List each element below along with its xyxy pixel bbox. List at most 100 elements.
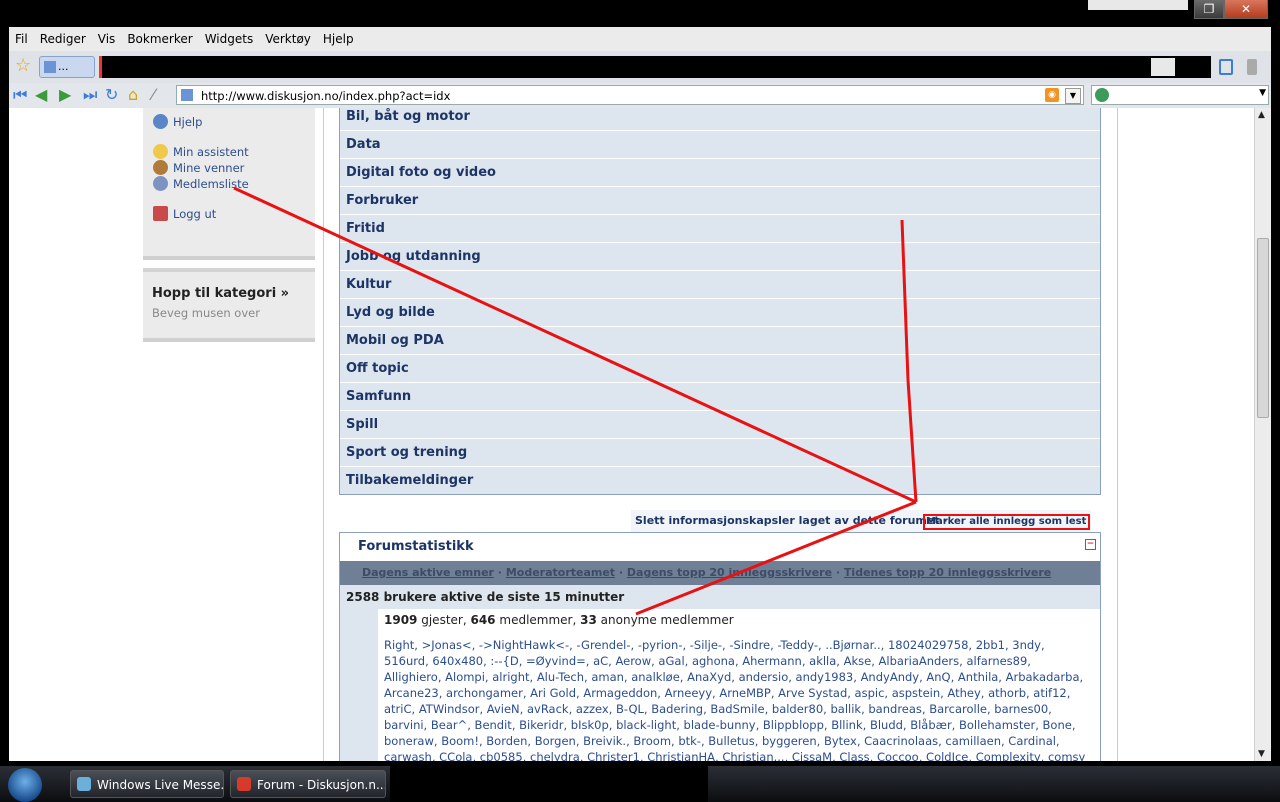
reload-icon[interactable]: ↻ — [105, 86, 118, 104]
forum-category-link[interactable]: Digital foto og video — [340, 158, 1100, 186]
link-moderators[interactable]: Moderatorteamet — [506, 566, 615, 579]
title-bar-fragment — [1088, 0, 1188, 10]
trash-icon[interactable] — [1247, 59, 1257, 75]
tab-active[interactable]: ... — [39, 56, 95, 78]
tab-strip — [99, 56, 1211, 78]
search-input[interactable]: ▼ — [1091, 85, 1269, 105]
back-icon[interactable]: ◀ — [35, 86, 47, 104]
wand-icon[interactable]: ⁄ — [152, 86, 155, 104]
forum-category-list: Bil, båt og motor Data Digital foto og vid… — [339, 108, 1101, 495]
tab-bar: ☆ ... — [9, 51, 1271, 83]
close-icon[interactable]: ✕ — [1224, 0, 1268, 19]
fast-forward-icon[interactable]: ⏭ — [83, 86, 97, 104]
menu-bookmarks[interactable]: Bokmerker — [121, 32, 198, 46]
menu-widgets[interactable]: Widgets — [199, 32, 260, 46]
member-names-line[interactable]: Allighiero, Alompi, alright, Alu-Tech, a… — [384, 669, 1090, 685]
menu-file[interactable]: Fil — [9, 32, 34, 46]
navigation-bar: ⏮ ◀ ▶ ⏭ ↻ ⌂ ⁄ http://www.diskusjon.no/in… — [9, 83, 1271, 108]
link-active-topics[interactable]: Dagens aktive emner — [362, 566, 494, 579]
rewind-icon[interactable]: ⏮ — [13, 86, 27, 104]
help-icon — [153, 114, 168, 129]
window-controls: ❐ ✕ — [1194, 0, 1268, 20]
page-content: Hjelp Min assistent Mine venner Medlemsl… — [9, 108, 1254, 761]
delete-cookies-link[interactable]: Slett informasjonskapsler laget av dette… — [635, 514, 940, 527]
star-icon[interactable]: ☆ — [15, 57, 31, 75]
forum-category-link[interactable]: Sport og trening — [340, 438, 1100, 466]
member-names-line[interactable]: atriC, ATWindsor, AvieN, avRack, azzex, … — [384, 701, 1090, 717]
link-top-alltime[interactable]: Tidenes topp 20 innleggsskrivere — [844, 566, 1051, 579]
forum-category-link[interactable]: Fritid — [340, 214, 1100, 242]
scroll-up-icon[interactable]: ▲ — [1258, 110, 1265, 120]
assistant-icon — [153, 144, 168, 159]
forum-statistics: Forumstatistikk − Dagens aktive emner · … — [339, 532, 1101, 761]
tab-progress-marker — [99, 56, 102, 78]
home-icon[interactable]: ⌂ — [128, 86, 138, 104]
jump-to-category[interactable]: Hopp til kategori » Beveg musen over — [143, 268, 315, 342]
forum-category-link[interactable]: Spill — [340, 410, 1100, 438]
forum-category-link[interactable]: Forbruker — [340, 186, 1100, 214]
online-member-names: Right, >Jonas<, ->NightHawk<-, -Grendel-… — [384, 637, 1090, 761]
forum-category-link[interactable]: Samfunn — [340, 382, 1100, 410]
anon-label: anonyme medlemmer — [600, 613, 734, 627]
forum-category-link[interactable]: Data — [340, 130, 1100, 158]
menu-tools[interactable]: Verktøy — [259, 32, 317, 46]
forum-category-link[interactable]: Kultur — [340, 270, 1100, 298]
address-url[interactable]: http://www.diskusjon.no/index.php?act=id… — [201, 89, 450, 103]
forum-category-link[interactable]: Jobb og utdanning — [340, 242, 1100, 270]
mark-all-read-link[interactable]: Marker alle innlegg som lest — [923, 514, 1090, 530]
online-counts: 1909 gjester, 646 medlemmer, 33 anonyme … — [384, 613, 734, 627]
rss-icon[interactable]: ◉ — [1045, 88, 1059, 102]
forum-category-link[interactable]: Off topic — [340, 354, 1100, 382]
sidebar-link-logout[interactable]: Logg ut — [153, 206, 216, 221]
sidebar-link-friends[interactable]: Mine venner — [153, 160, 244, 175]
collapse-icon[interactable]: − — [1085, 539, 1096, 550]
sidebar-link-assistant[interactable]: Min assistent — [153, 144, 249, 159]
forum-actions-bar: Slett informasjonskapsler laget av dette… — [631, 510, 1091, 532]
friends-icon — [153, 160, 168, 175]
address-bar[interactable]: http://www.diskusjon.no/index.php?act=id… — [176, 85, 1084, 105]
task-forum[interactable]: Forum - Diskusjon.n... — [230, 770, 386, 798]
jump-title[interactable]: Hopp til kategori » — [152, 286, 289, 301]
member-names-line[interactable]: barvini, Bear^, Bendit, Bikeridr, bIsk0p… — [384, 717, 1090, 733]
vertical-scrollbar[interactable]: ▲ ▼ — [1254, 108, 1271, 761]
member-count: 646 — [470, 613, 496, 627]
stats-indent — [340, 609, 378, 761]
site-favicon-icon — [181, 89, 193, 101]
menu-edit[interactable]: Rediger — [34, 32, 92, 46]
scroll-down-icon[interactable]: ▼ — [1258, 749, 1265, 759]
link-top-today[interactable]: Dagens topp 20 innleggsskrivere — [627, 566, 832, 579]
member-names-line[interactable]: carwash, CCola, cb0585, chelydra, Christ… — [384, 749, 1090, 761]
sidebar-link-help[interactable]: Hjelp — [153, 114, 202, 129]
stats-header: Forumstatistikk − — [340, 533, 1100, 561]
search-dropdown-icon[interactable]: ▼ — [1259, 88, 1266, 98]
member-names-line[interactable]: 516urd, 640x480, :--{D, =Øyvind=, aC, Ae… — [384, 653, 1090, 669]
member-names-line[interactable]: boneraw, Boom!, Borden, Borgen, Breivik.… — [384, 733, 1090, 749]
forward-icon[interactable]: ▶ — [59, 86, 71, 104]
menu-view[interactable]: Vis — [92, 32, 122, 46]
search-engine-icon[interactable] — [1095, 88, 1109, 102]
anon-count: 33 — [580, 613, 597, 627]
start-button[interactable] — [8, 768, 42, 802]
forum-category-link[interactable]: Lyd og bilde — [340, 298, 1100, 326]
new-tab-icon[interactable] — [1219, 59, 1233, 75]
forum-category-link[interactable]: Tilbakemeldinger — [340, 466, 1100, 494]
member-label: medlemmer, — [499, 613, 577, 627]
logout-icon — [153, 206, 168, 221]
sidebar-link-members[interactable]: Medlemsliste — [153, 176, 249, 191]
member-names-line[interactable]: Right, >Jonas<, ->NightHawk<-, -Grendel-… — [384, 637, 1090, 653]
forum-category-link[interactable]: Bil, båt og motor — [340, 108, 1100, 130]
restore-icon[interactable]: ❐ — [1194, 0, 1224, 19]
messenger-icon — [77, 777, 91, 791]
stats-links-bar: Dagens aktive emner · Moderatorteamet · … — [340, 561, 1100, 585]
menu-help[interactable]: Hjelp — [317, 32, 360, 46]
favicon-icon — [44, 61, 56, 73]
member-names-line[interactable]: Arcane23, archongamer, Ari Gold, Armaged… — [384, 685, 1090, 701]
tab-edge — [1151, 58, 1175, 76]
jump-hint: Beveg musen over — [152, 306, 260, 320]
taskbar-redacted — [390, 766, 708, 802]
task-messenger[interactable]: Windows Live Messe... — [70, 770, 224, 798]
scroll-thumb[interactable] — [1257, 238, 1269, 418]
user-sidebar: Hjelp Min assistent Mine venner Medlemsl… — [143, 108, 315, 260]
forum-category-link[interactable]: Mobil og PDA — [340, 326, 1100, 354]
address-dropdown-icon[interactable]: ▼ — [1065, 88, 1081, 104]
